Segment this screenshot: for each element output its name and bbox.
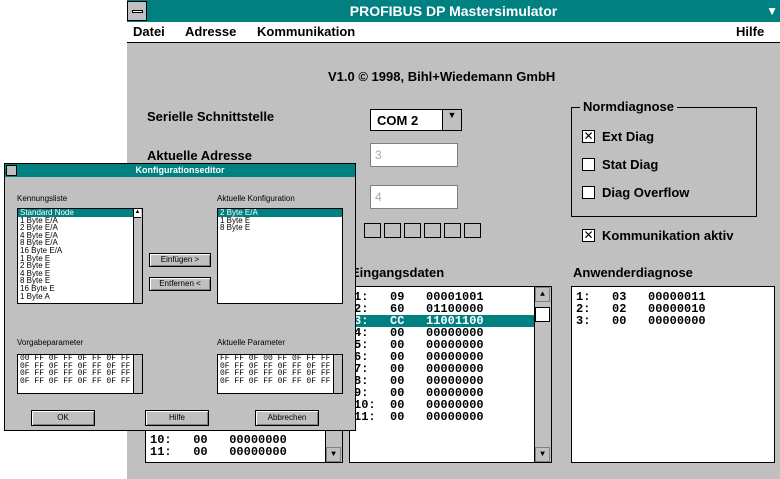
dialog-title: Konfigurationseditor <box>135 165 225 175</box>
diag-overflow-checkbox[interactable] <box>582 186 595 199</box>
einfuegen-button[interactable]: Einfügen > <box>149 253 211 267</box>
dropdown-arrow-icon[interactable]: ▼ <box>442 110 461 130</box>
main-title-bar: PROFIBUS DP Mastersimulator <box>127 0 780 22</box>
scroll-up-icon[interactable]: ▲ <box>535 287 550 302</box>
vorgabeparameter-label: Vorgabeparameter <box>17 338 84 347</box>
konfigurationseditor-dialog: Konfigurationseditor Kennungsliste Stand… <box>4 163 356 431</box>
bit-indicator <box>404 223 421 238</box>
anwenderdiagnose-list[interactable]: 1: 03 00000011 2: 02 00000010 3: 00 000000… <box>571 286 775 463</box>
window-title: PROFIBUS DP Mastersimulator <box>349 3 558 19</box>
stat-diag-checkbox[interactable] <box>582 158 595 171</box>
hilfe-button[interactable]: Hilfe <box>145 410 209 426</box>
bit-indicator <box>384 223 401 238</box>
aktuelle-konfiguration-list[interactable]: 2 Byte E/A 1 Byte E8 Byte E <box>217 208 343 304</box>
scroll-thumb[interactable] <box>535 307 550 322</box>
system-menu-icon[interactable] <box>127 1 147 21</box>
list-item[interactable]: 0F FF 0F FF 0F FF 0F FF <box>218 377 342 386</box>
serial-label: Serielle Schnittstelle <box>147 109 275 124</box>
entfernen-button[interactable]: Entfernen < <box>149 277 211 291</box>
menu-bar: Datei Adresse Kommunikation Hilfe <box>127 22 780 43</box>
address-field-2[interactable]: 4 <box>370 185 458 209</box>
ausgangsdaten-scrollbar[interactable]: ▼ <box>325 430 342 462</box>
list-item[interactable]: 3: 00 00000000 <box>572 315 774 327</box>
anwenderdiagnose-label: Anwenderdiagnose <box>573 265 693 280</box>
ok-button[interactable]: OK <box>31 410 95 426</box>
menu-kommunikation[interactable]: Kommunikation <box>257 24 355 39</box>
stat-diag-label: Stat Diag <box>602 157 659 172</box>
menu-hilfe[interactable]: Hilfe <box>736 24 764 39</box>
diag-overflow-label: Diag Overflow <box>602 185 690 200</box>
scroll-down-icon[interactable]: ▼ <box>535 447 550 462</box>
minimize-arrow-icon[interactable]: ▼ <box>766 4 778 18</box>
address-field[interactable]: 3 <box>370 143 458 167</box>
kennungsliste-list[interactable]: Standard Node 1 Byte E/A 2 Byte E/A 4 Byte … <box>17 208 143 304</box>
normdiagnose-title: Normdiagnose <box>580 99 678 114</box>
list-item[interactable]: 0F FF 0F FF 0F FF 0F FF <box>18 377 142 386</box>
kennungsliste-scrollbar[interactable]: ▲ <box>133 209 142 303</box>
ausgangsdaten-list[interactable]: 10: 00 00000000 11: 00 00000000 ▼ <box>145 429 343 463</box>
scroll-up-icon[interactable]: ▲ <box>134 209 141 218</box>
dialog-system-menu-icon[interactable] <box>6 165 17 176</box>
ext-diag-checkbox[interactable]: ✕ <box>582 130 595 143</box>
ext-diag-label: Ext Diag <box>602 129 655 144</box>
vorgabeparameter-scrollbar[interactable] <box>133 355 142 393</box>
abbrechen-button[interactable]: Abbrechen <box>255 410 319 426</box>
kommunikation-aktiv-checkbox[interactable]: ✕ <box>582 229 595 242</box>
kennungsliste-label: Kennungsliste <box>17 194 68 203</box>
normdiagnose-group: Normdiagnose ✕ Ext Diag Stat Diag Diag O… <box>571 99 757 217</box>
eingangsdaten-list[interactable]: 1: 09 00001001 2: 60 01100000 3: CC 110011… <box>349 286 552 463</box>
bit-indicator <box>464 223 481 238</box>
scroll-down-icon[interactable]: ▼ <box>326 447 341 462</box>
list-item[interactable]: 11: 00 00000000 <box>350 411 551 423</box>
dialog-title-bar: Konfigurationseditor <box>5 164 355 177</box>
kommunikation-aktiv-label: Kommunikation aktiv <box>602 228 734 243</box>
eingangsdaten-label: Eingangsdaten <box>351 265 445 280</box>
eingangsdaten-scrollbar[interactable]: ▲ ▼ <box>534 287 551 462</box>
serial-value: COM 2 <box>377 113 419 128</box>
address-label: Aktuelle Adresse <box>147 148 253 163</box>
bit-indicator <box>424 223 441 238</box>
aktuelle-parameter-label: Aktuelle Parameter <box>217 338 286 347</box>
vorgabeparameter-list[interactable]: 00 FF 0F FF 0F FF 0F FF 0F FF 0F FF 0F FF… <box>17 354 143 394</box>
list-item[interactable]: 11: 00 00000000 <box>146 446 342 458</box>
serial-dropdown[interactable]: COM 2 ▼ <box>370 109 462 131</box>
version-text: V1.0 © 1998, Bihl+Wiedemann GmbH <box>328 69 556 84</box>
aktuelle-parameter-list[interactable]: FF FF 0F 00 FF 0F FF FF 0F FF 0F FF 0F FF… <box>217 354 343 394</box>
bit-indicator <box>444 223 461 238</box>
list-item[interactable]: 8 Byte E <box>218 224 342 232</box>
menu-adresse[interactable]: Adresse <box>185 24 236 39</box>
aktuelle-parameter-scrollbar[interactable] <box>333 355 342 393</box>
list-item[interactable]: 1 Byte A <box>18 292 142 301</box>
menu-datei[interactable]: Datei <box>133 24 165 39</box>
aktuelle-konfiguration-label: Aktuelle Konfiguration <box>217 194 295 203</box>
bit-indicator <box>364 223 381 238</box>
